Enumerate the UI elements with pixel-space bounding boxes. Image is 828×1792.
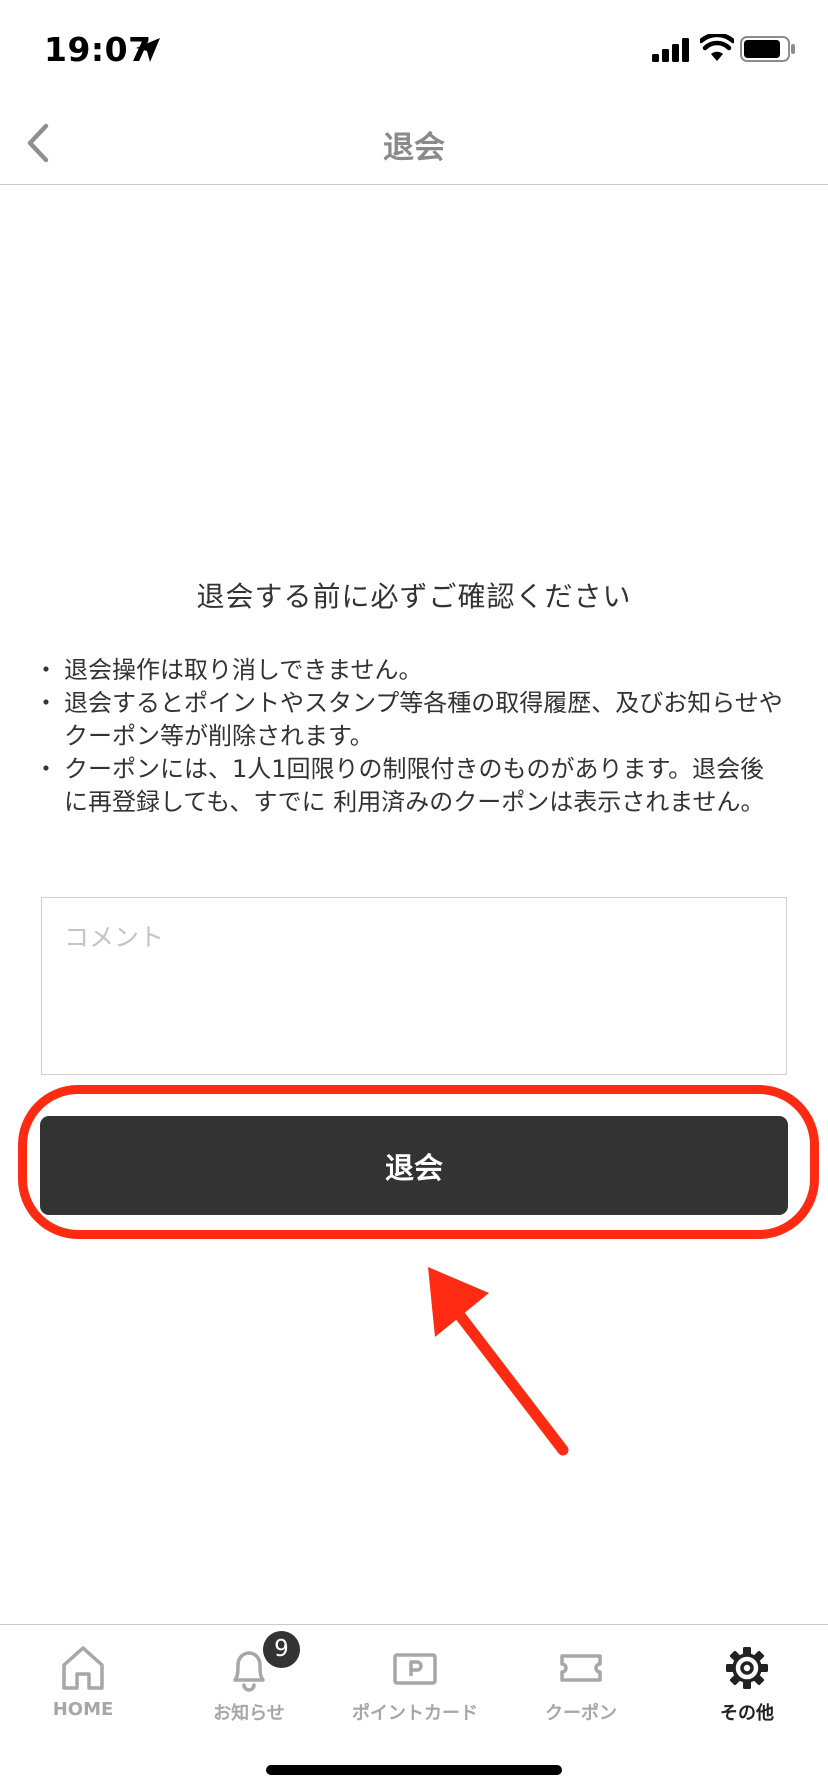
point-card-icon: [393, 1653, 437, 1685]
wifi-icon: [700, 34, 734, 61]
cellular-signal-icon: [652, 38, 689, 62]
comment-input[interactable]: [41, 897, 787, 1075]
nav-bar: 退会: [0, 100, 828, 185]
battery-icon: [740, 36, 795, 62]
tab-label: HOME: [52, 1699, 114, 1720]
tab-label: お知らせ: [213, 1703, 285, 1724]
tab-label: ポイントカード: [352, 1703, 478, 1724]
notification-badge: 9: [263, 1631, 300, 1668]
gear-icon: [726, 1647, 768, 1689]
tab-home[interactable]: HOME: [0, 1625, 166, 1735]
tab-notifications[interactable]: 9 お知らせ: [166, 1625, 332, 1735]
home-indicator: [266, 1765, 562, 1775]
tab-point-card[interactable]: ポイントカード: [332, 1625, 498, 1735]
status-bar: 19:07: [0, 0, 828, 100]
location-arrow-icon: [136, 38, 160, 62]
home-icon: [62, 1646, 104, 1690]
notice-item: 退会するとポイントやスタンプ等各種の取得履歴、及びお知らせやクーポン等が削除され…: [34, 687, 787, 753]
coupon-icon: [560, 1654, 602, 1682]
page-title: 退会: [383, 130, 445, 166]
notice-item: 退会操作は取り消しできません。: [34, 654, 787, 687]
tab-label: その他: [720, 1703, 774, 1724]
withdraw-button[interactable]: 退会: [40, 1116, 788, 1215]
notice-list: 退会操作は取り消しできません。 退会するとポイントやスタンプ等各種の取得履歴、及…: [34, 654, 787, 819]
notice-item: クーポンには、1人1回限りの制限付きのものがあります。退会後に再登録しても、すで…: [34, 753, 787, 819]
tab-other[interactable]: その他: [664, 1625, 828, 1735]
notice-heading: 退会する前に必ずご確認ください: [196, 580, 632, 613]
tab-coupon[interactable]: クーポン: [498, 1625, 664, 1735]
tab-label: クーポン: [545, 1703, 617, 1724]
red-arrow-annotation-icon: [428, 1267, 569, 1456]
